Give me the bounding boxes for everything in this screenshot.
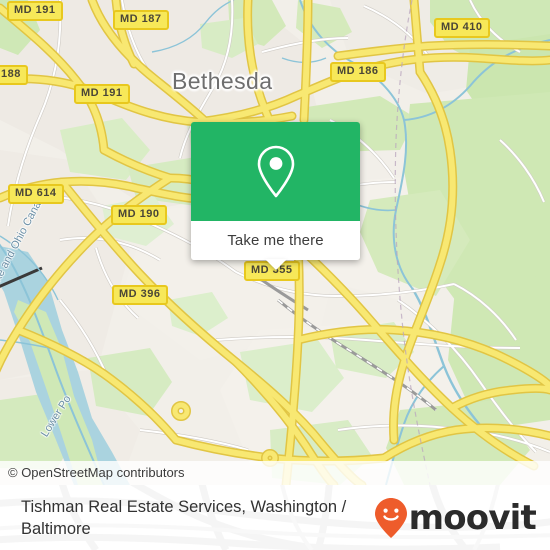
road-shield-label: MD 190 (111, 205, 167, 225)
take-me-there-label: Take me there (227, 232, 324, 249)
bottom-info-bar: Tishman Real Estate Services, Washington… (0, 485, 550, 550)
osm-attribution[interactable]: © OpenStreetMap contributors (0, 461, 550, 485)
road-shield-label: MD 410 (434, 18, 490, 38)
road-shield-label: MD 186 (330, 62, 386, 82)
place-card-footer[interactable]: Take me there (191, 221, 360, 270)
place-title: Tishman Real Estate Services, Washington… (21, 497, 347, 538)
card-pointer-tail (264, 259, 287, 270)
road-shield-label: MD 187 (113, 10, 169, 30)
road-shield-label: MD 614 (8, 184, 64, 204)
moovit-place-screen: Bethesda ake and Ohio Canal Lower Po MD 1… (0, 0, 550, 550)
road-shield-label: MD 396 (112, 285, 168, 305)
moovit-wordmark: moovit (408, 497, 537, 538)
road-shield-label: MD 191 (74, 84, 130, 104)
road-shield-label: 188 (0, 65, 28, 85)
moovit-smiley-pin-icon (374, 497, 407, 538)
map-pin-icon (257, 145, 294, 197)
place-card-header (191, 122, 360, 221)
place-card-popup[interactable]: Take me there (191, 122, 360, 270)
moovit-logo[interactable]: moovit (374, 497, 537, 539)
road-shield-label: MD 191 (7, 1, 63, 21)
city-label: Bethesda (172, 68, 273, 94)
